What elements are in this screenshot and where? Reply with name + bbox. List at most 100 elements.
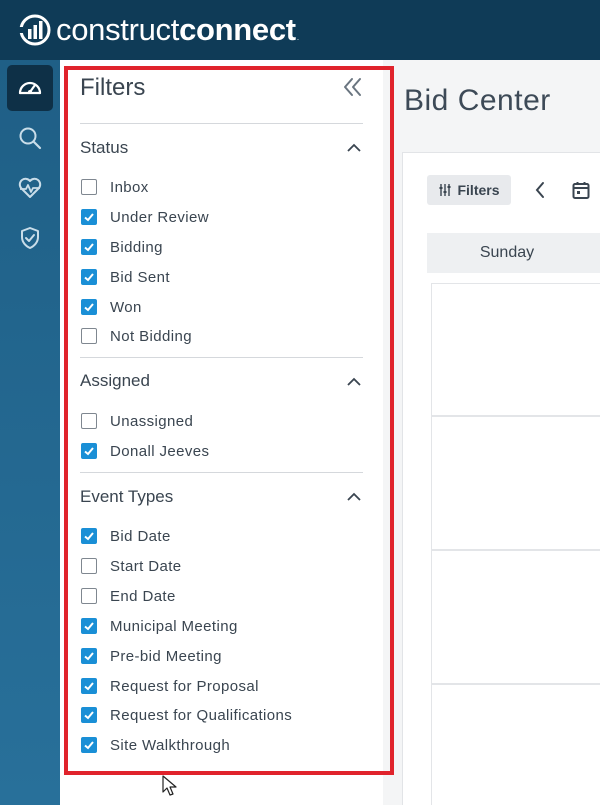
filter-option[interactable]: Bidding — [81, 238, 163, 256]
checkbox[interactable] — [81, 413, 97, 429]
divider — [80, 357, 363, 358]
check-icon — [84, 652, 94, 661]
checkbox[interactable] — [81, 179, 97, 195]
checkbox[interactable] — [81, 528, 97, 544]
checkbox[interactable] — [81, 443, 97, 459]
filter-option[interactable]: Pre-bid Meeting — [81, 647, 222, 665]
filters-title: Filters — [80, 74, 146, 101]
checkbox[interactable] — [81, 239, 97, 255]
section-title-status: Status — [80, 138, 129, 157]
search-icon — [19, 127, 42, 150]
filter-option-label: Bidding — [110, 238, 163, 256]
filter-option[interactable]: Start Date — [81, 557, 182, 575]
calendar-cell[interactable] — [431, 283, 600, 416]
mouse-cursor-icon — [162, 775, 177, 796]
filter-option[interactable]: Site Walkthrough — [81, 736, 230, 754]
filter-option-label: End Date — [110, 587, 176, 605]
checkbox[interactable] — [81, 648, 97, 664]
rail-dashboard-button[interactable] — [7, 65, 53, 111]
shield-check-icon — [21, 227, 39, 249]
calendar-icon — [572, 182, 590, 199]
brand-bold: connect — [179, 12, 296, 47]
filter-option-label: Request for Proposal — [110, 677, 259, 695]
collapse-assigned-button[interactable] — [346, 375, 362, 387]
double-chevron-left-icon — [344, 78, 361, 96]
filter-option-label: Municipal Meeting — [110, 617, 238, 635]
filter-option[interactable]: Municipal Meeting — [81, 617, 238, 635]
collapse-status-button[interactable] — [346, 141, 362, 153]
checkbox[interactable] — [81, 299, 97, 315]
health-icon — [18, 177, 42, 198]
filter-option[interactable]: Bid Sent — [81, 268, 170, 286]
filter-option-label: Start Date — [110, 557, 182, 575]
chevron-up-icon — [347, 143, 361, 152]
rail-search-button[interactable] — [7, 115, 53, 161]
filter-option-label: Unassigned — [110, 412, 194, 430]
sliders-icon — [439, 184, 451, 196]
divider — [80, 472, 363, 473]
filter-option-label: Request for Qualifications — [110, 706, 293, 724]
checkbox[interactable] — [81, 707, 97, 723]
chevron-left-icon — [535, 182, 544, 198]
filter-option[interactable]: Bid Date — [81, 527, 171, 545]
filter-option-label: Site Walkthrough — [110, 736, 231, 754]
top-header: construct connect. — [0, 0, 600, 60]
divider — [80, 123, 363, 124]
section-title-event-types: Event Types — [80, 487, 174, 506]
previous-period-button[interactable] — [530, 178, 550, 202]
checkbox[interactable] — [81, 209, 97, 225]
checkbox[interactable] — [81, 588, 97, 604]
chevron-up-icon — [347, 377, 361, 386]
checkbox[interactable] — [81, 618, 97, 634]
dashboard-icon — [18, 81, 42, 95]
filter-option-label: Donall Jeeves — [110, 442, 210, 460]
check-icon — [84, 711, 94, 720]
toolbar-filters-label: Filters — [457, 182, 500, 198]
rail-shield-button[interactable] — [7, 215, 53, 261]
filter-option[interactable]: Won — [81, 298, 142, 316]
filter-option[interactable]: Not Bidding — [81, 327, 192, 345]
construct-connect-logo-icon — [18, 14, 51, 46]
filter-option[interactable]: Request for Proposal — [81, 677, 259, 695]
check-icon — [84, 741, 94, 750]
checkbox[interactable] — [81, 678, 97, 694]
day-header-sunday: Sunday — [427, 233, 600, 273]
brand-mark: . — [296, 33, 299, 42]
chevron-up-icon — [347, 492, 361, 501]
check-icon — [84, 273, 94, 282]
filter-option[interactable]: End Date — [81, 587, 176, 605]
date-picker-button[interactable] — [570, 179, 592, 201]
filter-option-label: Inbox — [110, 178, 149, 196]
check-icon — [84, 622, 94, 631]
toolbar-filters-button[interactable]: Filters — [427, 175, 511, 205]
collapse-event-types-button[interactable] — [346, 490, 362, 502]
filter-option-label: Under Review — [110, 208, 210, 226]
check-icon — [84, 532, 94, 541]
calendar-cell[interactable] — [431, 684, 600, 805]
nav-rail — [0, 60, 60, 805]
check-icon — [84, 213, 94, 222]
brand-light: construct — [56, 12, 180, 47]
checkbox[interactable] — [81, 269, 97, 285]
filter-option[interactable]: Donall Jeeves — [81, 442, 209, 460]
rail-health-button[interactable] — [7, 165, 53, 211]
calendar-cell[interactable] — [431, 416, 600, 550]
check-icon — [84, 682, 94, 691]
filter-option-label: Won — [110, 298, 142, 316]
filter-option[interactable]: Unassigned — [81, 412, 193, 430]
checkbox[interactable] — [81, 737, 97, 753]
brand-name: construct connect. — [56, 12, 299, 48]
filter-option[interactable]: Under Review — [81, 208, 209, 226]
filter-option[interactable]: Inbox — [81, 178, 149, 196]
filter-option[interactable]: Request for Qualifications — [81, 706, 292, 724]
filter-option-label: Bid Date — [110, 527, 171, 545]
checkbox[interactable] — [81, 558, 97, 574]
check-icon — [84, 303, 94, 312]
checkbox[interactable] — [81, 328, 97, 344]
calendar-cell[interactable] — [431, 550, 600, 684]
filter-option-label: Pre-bid Meeting — [110, 647, 222, 665]
filter-option-label: Not Bidding — [110, 327, 192, 345]
collapse-panel-button[interactable] — [340, 74, 366, 100]
check-icon — [84, 447, 94, 456]
page-title: Bid Center — [404, 84, 551, 117]
